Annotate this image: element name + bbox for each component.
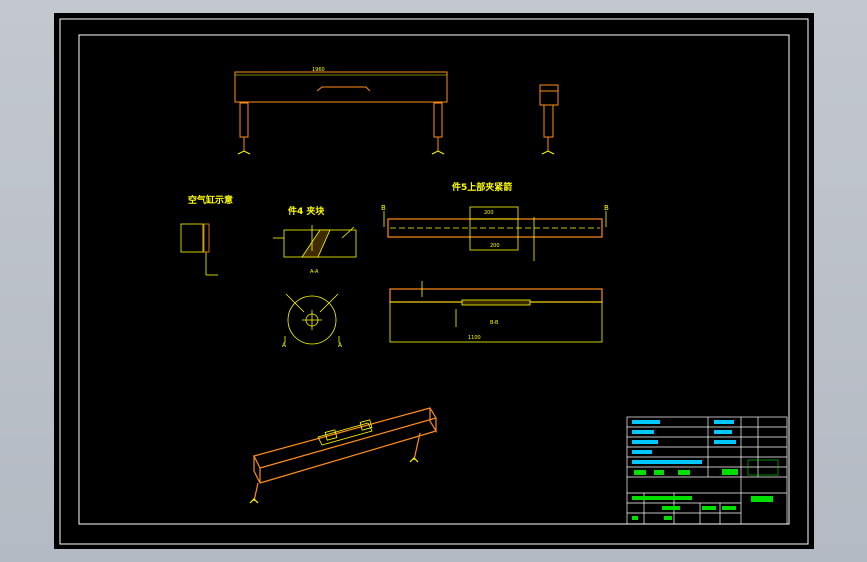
label-air-cylinder: 空气缸示意 <box>188 194 233 206</box>
section-aa-label: A-A <box>310 269 319 275</box>
section-bb-label: B-B <box>490 320 499 326</box>
dim-top-length: 1960 <box>312 67 325 73</box>
part5-top-view <box>383 206 607 261</box>
isometric-view <box>249 407 437 504</box>
mark-a-right: A <box>338 342 343 349</box>
front-view <box>234 71 448 155</box>
mark-b-right: B <box>604 204 609 212</box>
dim-bottom-length: 1100 <box>468 335 481 341</box>
side-view <box>539 84 559 155</box>
air-cylinder-diagram <box>180 223 218 276</box>
dim-mid-width: 200 <box>484 210 494 216</box>
mark-b-left: B <box>381 204 386 212</box>
drawing-viewport[interactable]: 1960 空气缸示意 件4 夹块 A-A A A 件5上部夹紧箭 B B 200… <box>54 13 814 549</box>
dim-mid-width2: 200 <box>490 243 500 249</box>
part5-section-view <box>389 281 603 343</box>
title-block-fills <box>632 420 779 520</box>
part4-plan-view <box>284 293 340 345</box>
label-part4: 件4 夹块 <box>288 205 325 217</box>
mark-a-left: A <box>282 342 287 349</box>
outer-frame <box>59 18 809 545</box>
cad-drawing-sheet: 1960 空气缸示意 件4 夹块 A-A A A 件5上部夹紧箭 B B 200… <box>59 18 809 545</box>
label-part5: 件5上部夹紧箭 <box>452 181 512 193</box>
part4-section-view <box>273 225 357 258</box>
